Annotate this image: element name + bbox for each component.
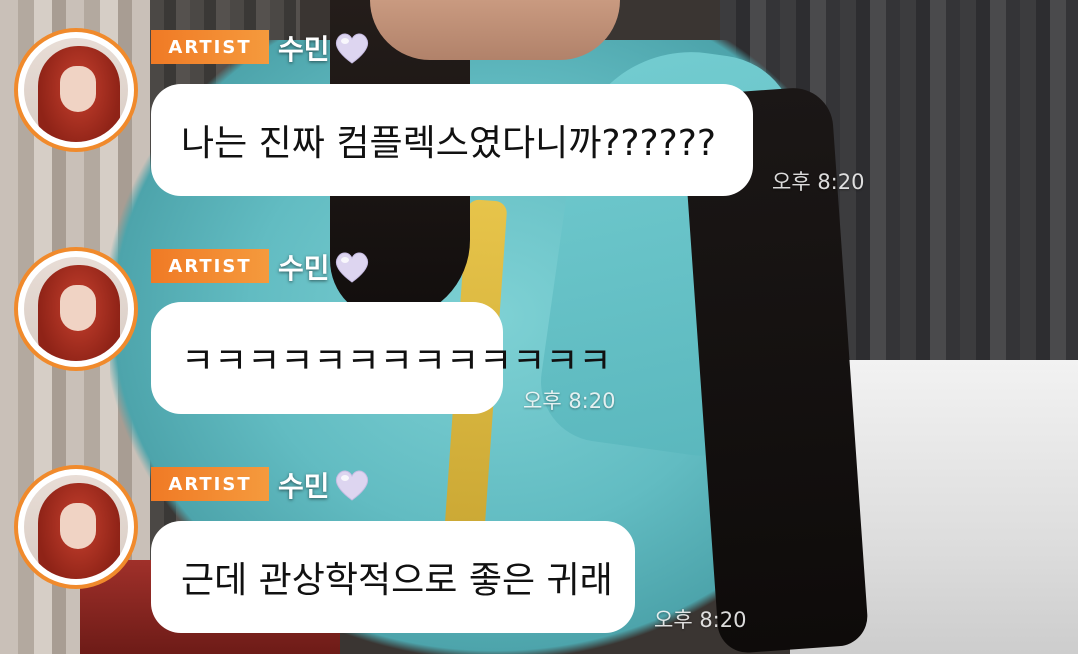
artist-avatar[interactable] (14, 247, 138, 371)
avatar-photo (24, 475, 128, 579)
message-bubble[interactable]: 나는 진짜 컴플렉스였다니까?????? (151, 84, 753, 196)
message-timestamp: 오후 8:20 (654, 608, 747, 632)
artist-badge: ARTIST (151, 467, 269, 501)
message-timestamp: 오후 8:20 (523, 389, 616, 413)
message-timestamp: 오후 8:20 (772, 170, 865, 194)
message-bubble[interactable]: 근데 관상학적으로 좋은 귀래 (151, 521, 635, 633)
avatar-photo (24, 38, 128, 142)
message-bubble[interactable]: ㅋㅋㅋㅋㅋㅋㅋㅋㅋㅋㅋㅋㅋ (151, 302, 612, 414)
artist-badge: ARTIST (151, 30, 269, 64)
sender-name: 수민 (278, 470, 330, 503)
purple-heart-icon (335, 33, 369, 64)
background-person-face (370, 0, 620, 60)
artist-avatar[interactable] (14, 465, 138, 589)
purple-heart-icon (335, 252, 369, 283)
purple-heart-icon (335, 470, 369, 501)
artist-avatar[interactable] (14, 28, 138, 152)
sender-name: 수민 (278, 33, 330, 66)
avatar-photo (24, 257, 128, 361)
artist-badge: ARTIST (151, 249, 269, 283)
sender-name: 수민 (278, 252, 330, 285)
